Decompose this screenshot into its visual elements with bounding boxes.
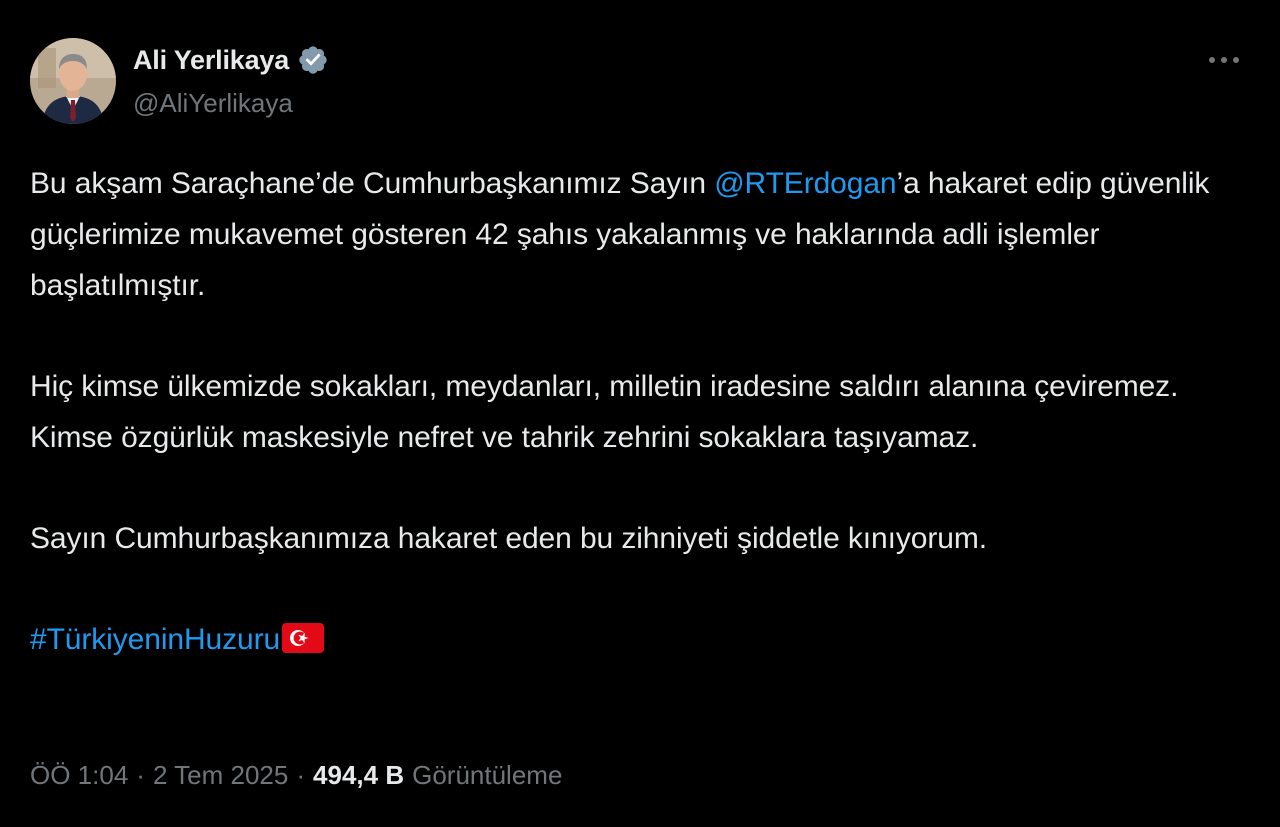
tweet-paragraph-4: #TürkiyeninHuzuru bbox=[30, 614, 1250, 669]
tweet-text-segment: Bu akşam Saraçhane’de Cumhurbaşkanımız S… bbox=[30, 167, 715, 200]
tweet-text: Bu akşam Saraçhane’de Cumhurbaşkanımız S… bbox=[30, 158, 1250, 669]
meta-separator: · bbox=[136, 760, 145, 790]
avatar[interactable] bbox=[30, 38, 116, 124]
views-label: Görüntüleme bbox=[412, 760, 563, 790]
meta-separator: · bbox=[296, 760, 306, 790]
verified-badge-icon[interactable] bbox=[297, 44, 329, 76]
author-name-row: Ali Yerlikaya bbox=[133, 44, 329, 76]
tweet-paragraph-1: Bu akşam Saraçhane’de Cumhurbaşkanımız S… bbox=[30, 158, 1250, 311]
tweet-paragraph-2: Hiç kimse ülkemizde sokakları, meydanlar… bbox=[30, 370, 1179, 454]
author-display-name[interactable]: Ali Yerlikaya bbox=[133, 45, 289, 76]
more-options-button[interactable] bbox=[1204, 46, 1244, 74]
views-count: 494,4 B bbox=[313, 760, 405, 790]
mention-link[interactable]: @RTErdogan bbox=[714, 167, 896, 200]
tweet-time[interactable]: ÖÖ 1:04 bbox=[30, 760, 128, 791]
tweet-date[interactable]: 2 Tem 2025 bbox=[153, 760, 288, 791]
more-options-icon bbox=[1209, 57, 1239, 63]
turkey-flag-icon bbox=[282, 618, 325, 669]
hashtag-link[interactable]: #TürkiyeninHuzuru bbox=[30, 623, 280, 656]
tweet-paragraph-3: Sayın Cumhurbaşkanımıza hakaret eden bu … bbox=[30, 522, 987, 555]
tweet-meta: ÖÖ 1:04 · 2 Tem 2025 · 494,4 B Görüntüle… bbox=[30, 760, 562, 791]
author-handle[interactable]: @AliYerlikaya bbox=[133, 88, 293, 119]
tweet-card: Ali Yerlikaya @AliYerlikaya Bu akşam Sar… bbox=[0, 0, 1280, 827]
